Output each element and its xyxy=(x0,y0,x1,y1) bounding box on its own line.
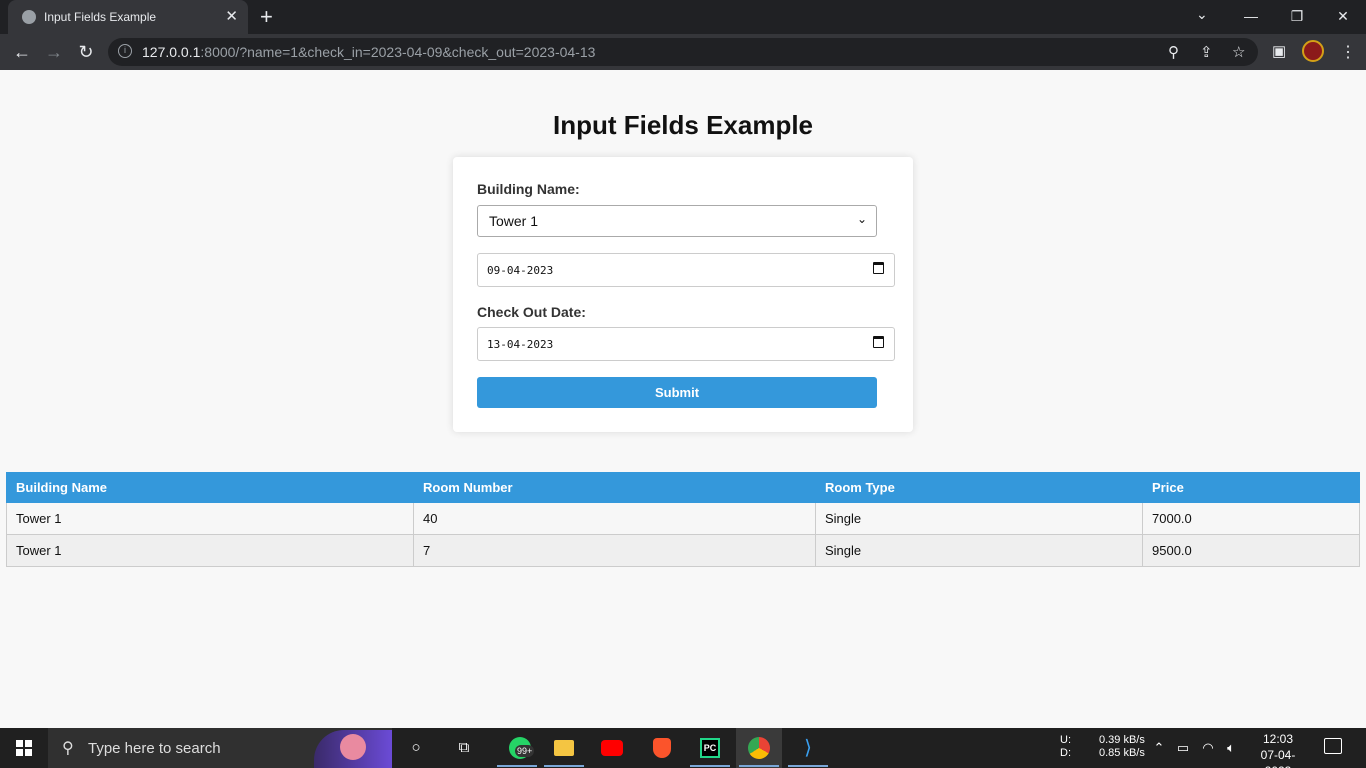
browser-tab-bar: Input Fields Example ✕ + ⌄ — ❐ ✕ xyxy=(0,0,1366,34)
chevron-down-icon: ⌄ xyxy=(856,212,867,226)
calendar-icon[interactable] xyxy=(873,262,884,274)
restore-icon[interactable]: ❐ xyxy=(1274,0,1320,34)
net-download-value: 0.85 kB/s xyxy=(1099,747,1145,759)
table-header-row: Building Name Room Number Room Type Pric… xyxy=(6,472,1360,503)
active-app-indicator xyxy=(690,765,730,767)
window-controls: — ❐ ✕ xyxy=(1228,0,1366,34)
search-icon: ⚲ xyxy=(62,740,74,757)
youtube-icon[interactable] xyxy=(601,737,623,759)
active-app-indicator xyxy=(544,765,584,767)
battery-icon[interactable]: ▭ xyxy=(1172,737,1194,759)
menu-kebab-icon[interactable]: ⋮ xyxy=(1340,42,1356,62)
windows-start-icon[interactable] xyxy=(16,740,32,756)
building-name-select[interactable]: Tower 1 ⌄ xyxy=(477,205,877,237)
whatsapp-icon[interactable]: 99+ xyxy=(503,737,537,760)
globe-icon xyxy=(22,10,36,24)
windows-taskbar: ⚲ Type here to search ○ ⧉ 99+ PC ⟩ U: D:… xyxy=(0,728,1366,768)
chevron-up-icon[interactable]: ⌃ xyxy=(1148,737,1170,759)
chrome-icon[interactable] xyxy=(748,737,770,760)
taskbar-search-box[interactable]: ⚲ Type here to search xyxy=(48,728,392,768)
column-header: Price xyxy=(1142,472,1360,503)
tab-title: Input Fields Example xyxy=(44,10,157,24)
network-speed-values: 0.39 kB/s 0.85 kB/s xyxy=(1099,734,1145,760)
net-upload-label: U: xyxy=(1060,734,1071,746)
table-row: Tower 1 7 Single 9500.0 xyxy=(6,534,1360,567)
vscode-icon[interactable]: ⟩ xyxy=(797,737,819,759)
whatsapp-badge: 99+ xyxy=(515,745,535,757)
pycharm-icon[interactable]: PC xyxy=(699,737,721,759)
page-content: Input Fields Example Building Name: Towe… xyxy=(0,70,1366,728)
table-cell: Single xyxy=(815,534,1143,567)
active-app-indicator xyxy=(788,765,828,767)
calendar-icon[interactable] xyxy=(873,336,884,348)
submit-button[interactable]: Submit xyxy=(477,377,877,408)
browser-toolbar: ← → ↻ i 127.0.0.1:8000/?name=1&check_in=… xyxy=(0,34,1366,70)
net-download-label: D: xyxy=(1060,747,1071,759)
brave-icon[interactable] xyxy=(651,737,673,759)
pycharm-label: PC xyxy=(700,738,720,759)
file-explorer-icon[interactable] xyxy=(553,737,575,759)
check-in-date-input[interactable]: 09-04-2023 xyxy=(477,253,895,287)
building-name-value: Tower 1 xyxy=(489,213,539,229)
site-info-icon[interactable]: i xyxy=(118,44,132,58)
taskbar-search-placeholder: Type here to search xyxy=(88,740,221,757)
side-panel-icon[interactable]: ▣ xyxy=(1272,42,1286,60)
table-cell: Tower 1 xyxy=(6,502,414,535)
check-out-date-label: Check Out Date: xyxy=(477,304,586,320)
close-window-icon[interactable]: ✕ xyxy=(1320,0,1366,34)
notification-center-icon[interactable] xyxy=(1324,738,1342,754)
table-cell: Tower 1 xyxy=(6,534,414,567)
table-cell: Single xyxy=(815,502,1143,535)
check-in-date-value: 09-04-2023 xyxy=(487,264,554,277)
network-speed-labels: U: D: xyxy=(1060,734,1071,760)
zoom-icon[interactable]: ⚲ xyxy=(1168,43,1179,61)
browser-tab[interactable]: Input Fields Example ✕ xyxy=(8,0,248,34)
address-bar[interactable]: i 127.0.0.1:8000/?name=1&check_in=2023-0… xyxy=(108,38,1258,66)
clock-time: 12:03 xyxy=(1262,732,1294,746)
page-title: Input Fields Example xyxy=(552,110,814,140)
check-out-date-value: 13-04-2023 xyxy=(487,338,554,351)
column-header: Room Type xyxy=(815,472,1143,503)
table-cell: 7000.0 xyxy=(1142,502,1360,535)
tab-search-chevron-icon[interactable]: ⌄ xyxy=(1196,6,1208,23)
url-text: 127.0.0.1:8000/?name=1&check_in=2023-04-… xyxy=(142,44,596,60)
bookmark-star-icon[interactable]: ☆ xyxy=(1232,43,1245,61)
back-icon[interactable]: ← xyxy=(10,40,34,64)
booking-form: Building Name: Tower 1 ⌄ 09-04-2023 Chec… xyxy=(453,157,913,432)
active-app-indicator xyxy=(497,765,537,767)
active-app-indicator xyxy=(739,765,779,767)
net-upload-value: 0.39 kB/s xyxy=(1099,734,1145,746)
new-tab-icon[interactable]: + xyxy=(260,4,273,30)
wifi-icon[interactable]: ◠ xyxy=(1197,737,1219,759)
clock-date: 07-04-2023 xyxy=(1260,748,1296,768)
forward-icon[interactable]: → xyxy=(42,40,66,64)
table-cell: 9500.0 xyxy=(1142,534,1360,567)
building-name-label: Building Name: xyxy=(477,181,580,197)
column-header: Building Name xyxy=(6,472,414,503)
check-out-date-input[interactable]: 13-04-2023 xyxy=(477,327,895,361)
table-cell: 40 xyxy=(413,502,816,535)
cortana-icon[interactable]: ○ xyxy=(405,737,427,759)
task-view-icon[interactable]: ⧉ xyxy=(453,737,475,759)
table-cell: 7 xyxy=(413,534,816,567)
clock[interactable]: 12:03 07-04-2023 xyxy=(1248,731,1308,768)
share-icon[interactable]: ⇪ xyxy=(1200,43,1213,61)
profile-avatar[interactable] xyxy=(1302,40,1324,62)
close-tab-icon[interactable]: ✕ xyxy=(225,7,238,25)
column-header: Room Number xyxy=(413,472,816,503)
rooms-table: Building Name Room Number Room Type Pric… xyxy=(6,472,1360,567)
volume-icon[interactable]: 🔈︎ xyxy=(1220,737,1242,759)
reload-icon[interactable]: ↻ xyxy=(74,40,98,64)
search-highlight-image xyxy=(314,730,392,768)
minimize-icon[interactable]: — xyxy=(1228,0,1274,34)
table-row: Tower 1 40 Single 7000.0 xyxy=(6,502,1360,535)
